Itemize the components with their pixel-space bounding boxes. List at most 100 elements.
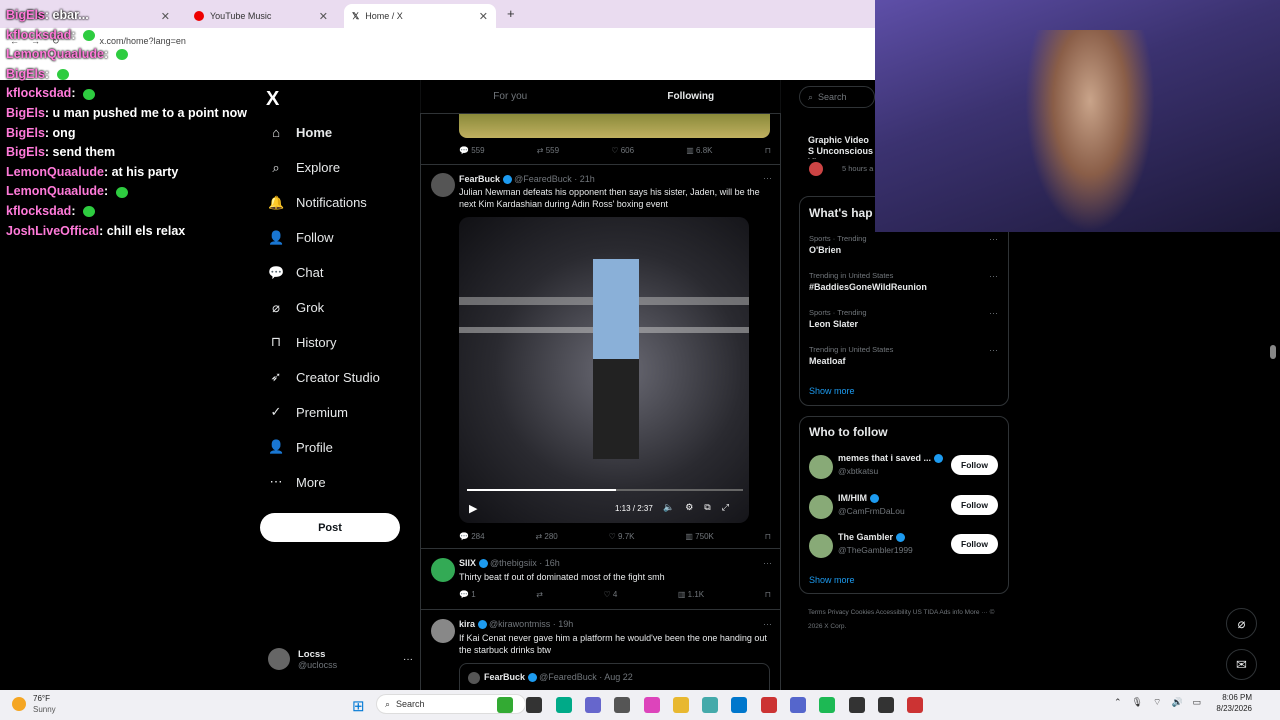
pip-icon[interactable]: ⧉ [704,502,710,513]
more-icon[interactable]: ··· [403,654,413,665]
battery-icon[interactable]: ▭ [1193,697,1202,708]
close-icon[interactable]: ✕ [479,10,488,23]
views-icon[interactable]: ▥ 750K [685,532,713,541]
like-icon[interactable]: ♡ 9.7K [609,532,635,541]
trend-name[interactable]: Meatloaf [809,356,846,366]
follow-button[interactable]: Follow [951,534,998,554]
trend-name[interactable]: Leon Slater [809,319,858,329]
tweet-handle[interactable]: @thebigsiix · 16h [490,558,560,568]
more-icon[interactable]: ··· [763,619,772,629]
wifi-icon[interactable]: ⌔ [1153,697,1161,708]
account-switcher[interactable]: Locss @uclocss ··· [268,648,413,670]
play-icon[interactable]: ▶ [469,502,477,515]
cortana-icon[interactable] [497,697,513,713]
avatar[interactable] [809,494,833,519]
repost-icon[interactable]: ⇄ 559 [537,146,559,155]
nav-item-creator-studio[interactable]: ➶ Creator Studio [268,369,380,385]
spotify-icon[interactable] [819,697,836,713]
nav-item-more[interactable]: ⋯ More [268,474,326,490]
chrome-icon[interactable] [907,697,924,713]
grok-icon[interactable]: ⌀ [1226,608,1257,639]
more-icon[interactable]: ··· [989,271,998,281]
video-progress-track[interactable] [467,489,743,491]
tab-for-you[interactable]: For you [420,91,601,102]
follow-button[interactable]: Follow [951,494,998,515]
teams-icon[interactable] [584,697,601,713]
suggested-name[interactable]: IM/HIM [838,493,879,503]
quote-tweet[interactable]: FearBuck @FearedBuck · Aug 22 [459,663,770,690]
discord-icon[interactable] [790,697,806,713]
copilot-icon[interactable] [702,697,719,713]
like-icon[interactable]: ♡ 4 [603,590,617,599]
avatar[interactable] [431,173,455,197]
edge-icon[interactable] [555,697,572,713]
tweet-author[interactable]: FearBuck [459,174,500,184]
volume-icon[interactable]: 🔊 [1171,697,1182,708]
tweet-handle[interactable]: @kirawontmiss · 19h [489,619,573,629]
avatar[interactable] [431,558,455,582]
settings-icon[interactable]: ⚙ [685,502,693,513]
trend-name[interactable]: #BaddiesGoneWildReunion [809,282,927,292]
views-icon[interactable]: ▥ 1.1K [678,590,704,599]
nav-item-chat[interactable]: 💬 Chat [268,265,323,281]
email-icon[interactable] [731,697,748,713]
search-input[interactable]: ⌕ Search [799,86,875,108]
news-headline[interactable]: Graphic Video S Unconscious Vi [808,135,875,159]
chevron-up-icon[interactable]: ⌃ [1114,697,1122,708]
new-tab-button[interactable]: + [507,6,515,21]
repost-icon[interactable]: ⇄ [536,590,543,599]
tweet[interactable]: SIIX @thebigsiix · 16h ··· Thirty beat t… [421,550,780,610]
post-button[interactable]: Post [260,513,400,542]
instagram-icon[interactable] [643,697,660,713]
nav-item-history[interactable]: ⊓ History [268,334,337,350]
reply-icon[interactable]: 💬 284 [459,532,485,541]
bookmark-icon[interactable]: ⊓ [765,146,771,155]
tweet-handle[interactable]: @FearedBuck · 21h [514,174,595,184]
volume-icon[interactable]: 🔈 [663,502,674,513]
start-button[interactable]: ⊞ [352,697,365,715]
suggested-name[interactable]: The Gambler [838,532,905,543]
close-icon[interactable]: ✕ [319,10,328,23]
tweet-media[interactable] [459,114,770,138]
show-more-link[interactable]: Show more [809,575,855,585]
tab-following[interactable]: Following [601,91,782,102]
footer-links[interactable]: Terms Privacy Cookies Accessibility US T… [808,606,1008,634]
tweet-video[interactable]: ▶ 1:13 / 2:37 🔈 ⚙ ⧉ ⤢ [459,217,749,523]
more-icon[interactable]: ··· [989,345,998,355]
folder-icon[interactable] [672,697,689,713]
show-more-link[interactable]: Show more [809,386,855,396]
avatar[interactable] [809,455,833,479]
follow-button[interactable]: Follow [951,455,998,475]
chrome-icon[interactable] [760,697,777,713]
terminal-icon[interactable] [877,697,894,713]
nav-item-premium[interactable]: ✓ Premium [268,404,348,420]
avatar[interactable] [809,534,833,558]
like-icon[interactable]: ♡ 606 [611,146,634,155]
reply-icon[interactable]: 💬 559 [459,146,485,155]
more-icon[interactable]: ··· [989,308,998,318]
mic-icon[interactable]: 🎙 [1132,697,1143,708]
suggested-name[interactable]: memes that i saved ... [838,453,943,464]
repost-icon[interactable]: ⇄ 280 [535,532,557,541]
browser-tab-active[interactable]: 𝕏 Home / X ✕ [344,4,496,28]
nav-item-grok[interactable]: ⌀ Grok [268,300,324,316]
file-explorer-icon[interactable] [526,697,543,713]
tweet[interactable]: FearBuck @FearedBuck · 21h ··· Julian Ne… [421,165,780,549]
scrollbar-thumb[interactable] [1270,345,1276,359]
tweet-author[interactable]: SIIX [459,558,476,568]
bookmark-icon[interactable]: ⊓ [765,532,771,541]
views-icon[interactable]: ▥ 6.8K [686,146,712,155]
more-icon[interactable]: ··· [763,558,772,568]
files-icon[interactable] [614,697,631,713]
fullscreen-icon[interactable]: ⤢ [722,502,729,513]
tweet-author[interactable]: kira [459,619,475,629]
avatar[interactable] [431,619,455,643]
clock-time[interactable]: 8:06 PM [1208,693,1252,702]
bookmark-icon[interactable]: ⊓ [765,590,771,599]
reply-icon[interactable]: 💬 1 [459,590,476,599]
more-icon[interactable]: ··· [763,173,772,183]
messages-icon[interactable]: ✉ [1226,649,1257,680]
nav-item-profile[interactable]: 👤 Profile [268,439,333,455]
tweet[interactable]: kira @kirawontmiss · 19h ··· If Kai Cena… [421,611,780,690]
trend-name[interactable]: O'Brien [809,245,841,255]
